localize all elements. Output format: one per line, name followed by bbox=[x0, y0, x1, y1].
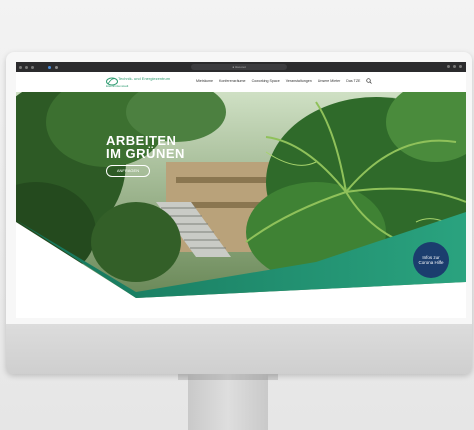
window-maximize-icon[interactable] bbox=[31, 65, 34, 69]
screen: ● tzes.net Technik- und Energiezentrum E… bbox=[16, 62, 466, 318]
back-icon[interactable] bbox=[55, 65, 58, 69]
window-close-icon[interactable] bbox=[19, 65, 22, 69]
hero-section: ARBEITEN IM GRÜNEN ANFRAGEN Infos zur Co… bbox=[16, 92, 466, 318]
monitor-chin bbox=[6, 324, 472, 374]
hero-cta-button[interactable]: ANFRAGEN bbox=[106, 165, 150, 177]
nav-item-mietraeume[interactable]: Mieträume bbox=[196, 79, 213, 83]
share-icon[interactable] bbox=[447, 65, 450, 68]
nav-item-konferenzraeume[interactable]: Konferenzräume bbox=[219, 79, 246, 83]
tabs-icon[interactable] bbox=[459, 65, 462, 68]
window-minimize-icon[interactable] bbox=[25, 65, 28, 69]
sidebar-toggle-icon[interactable] bbox=[48, 65, 51, 69]
monitor-stand bbox=[188, 374, 268, 430]
site-header: Technik- und Energiezentrum Eisenhüttens… bbox=[16, 72, 466, 93]
nav-item-mieter[interactable]: Unsere Mieter bbox=[318, 79, 341, 83]
nav-item-coworking[interactable]: Coworking Space bbox=[252, 79, 280, 83]
browser-chrome: ● tzes.net bbox=[16, 62, 466, 72]
nav-item-tze[interactable]: Das TZE bbox=[346, 79, 360, 83]
stand-shadow bbox=[178, 374, 278, 380]
hero-image bbox=[16, 92, 466, 318]
nav-item-veranstaltungen[interactable]: Veranstaltungen bbox=[286, 79, 312, 83]
logo-subtitle: Eisenhüttenstadt bbox=[106, 84, 129, 88]
site-logo[interactable]: Technik- und Energiezentrum Eisenhüttens… bbox=[106, 75, 170, 89]
new-tab-icon[interactable] bbox=[453, 65, 456, 68]
search-icon[interactable] bbox=[366, 78, 372, 84]
browser-actions bbox=[447, 65, 462, 68]
hero-title: ARBEITEN IM GRÜNEN bbox=[106, 133, 185, 161]
corona-info-badge[interactable]: Infos zur Corona Hilfe bbox=[413, 242, 449, 278]
logo-title: Technik- und Energiezentrum bbox=[118, 76, 171, 81]
main-nav: Mieträume Konferenzräume Coworking Space… bbox=[196, 79, 360, 83]
address-bar[interactable]: ● tzes.net bbox=[191, 64, 287, 70]
